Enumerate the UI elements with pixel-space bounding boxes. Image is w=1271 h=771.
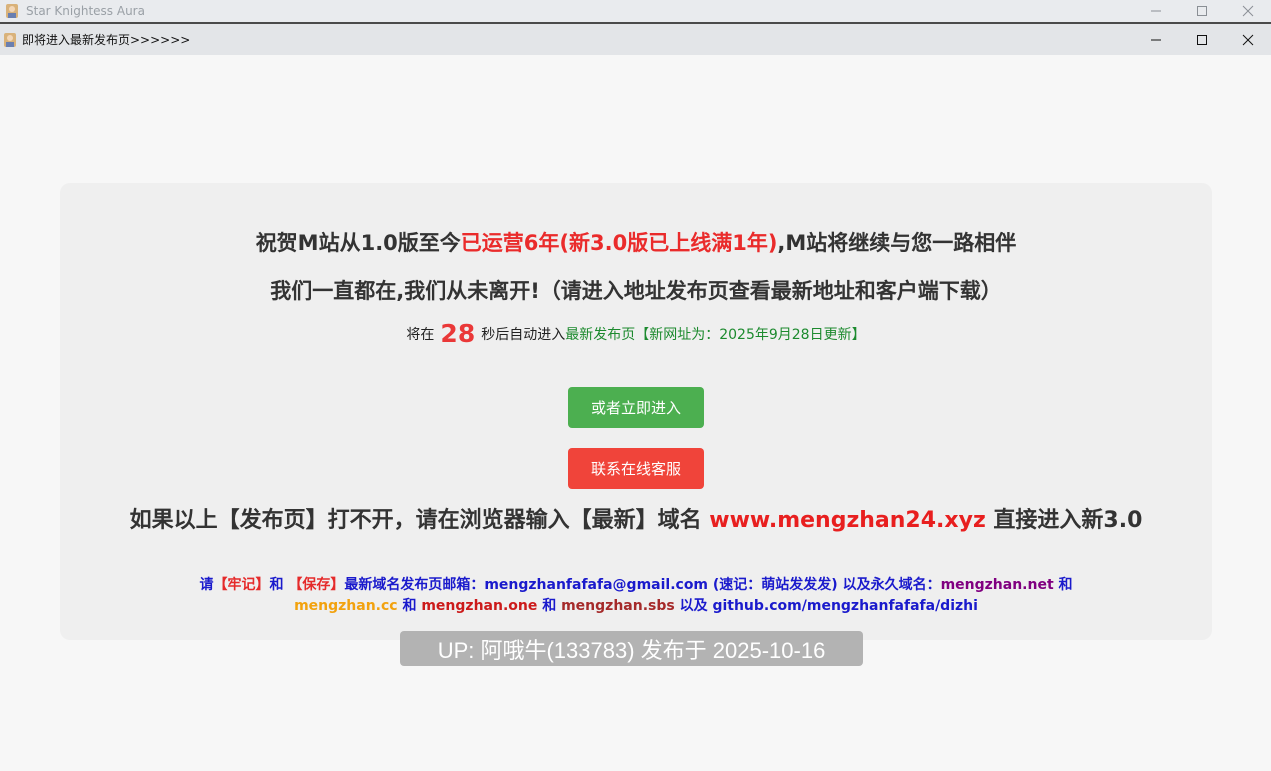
headline-prefix: 祝贺M站从1.0版至今 <box>255 231 461 255</box>
countdown-line: 将在 28 秒后自动进入最新发布页【新网址为：2025年9月28日更新】 <box>60 319 1212 348</box>
enter-now-button[interactable]: 或者立即进入 <box>568 387 704 428</box>
note-github: 以及 github.com/mengzhanfafafa/dizhi <box>679 598 978 614</box>
headline-suffix: ,M站将继续与您一路相伴 <box>777 231 1017 255</box>
outer-window-titlebar: Star Knightess Aura <box>0 0 1271 22</box>
note-email-text: 最新域名发布页邮箱：mengzhanfafafa@gmail.com (速记：萌… <box>344 577 941 593</box>
countdown-seconds: 28 <box>440 319 476 348</box>
headline-highlight: 已运营6年(新3.0版已上线满1年) <box>460 231 778 255</box>
maximize-icon[interactable] <box>1179 24 1225 55</box>
close-icon[interactable] <box>1225 24 1271 55</box>
domain-net: mengzhan.net <box>940 577 1054 593</box>
redirect-card: 祝贺M站从1.0版至今已运营6年(新3.0版已上线满1年),M站将继续与您一路相… <box>60 183 1212 640</box>
contact-service-button[interactable]: 联系在线客服 <box>568 448 704 489</box>
note-text: 和 <box>1058 577 1073 593</box>
note-save: 【保存】 <box>288 577 345 593</box>
inner-window-title: 即将进入最新发布页>>>>>> <box>22 33 191 47</box>
app-icon <box>6 4 18 18</box>
maximize-icon[interactable] <box>1179 0 1225 22</box>
note-text: 和 <box>402 598 417 614</box>
release-page-link[interactable]: 最新发布页【新网址为：2025年9月28日更新】 <box>565 327 865 343</box>
bookmark-note: 请【牢记】和 【保存】最新域名发布页邮箱：mengzhanfafafa@gmai… <box>150 575 1122 617</box>
uploader-watermark: UP: 阿哦牛(133783) 发布于 2025-10-16 <box>400 631 863 666</box>
close-icon[interactable] <box>1225 0 1271 22</box>
headline-line2: 我们一直都在,我们从未离开!（请进入地址发布页查看最新地址和客户端下载） <box>270 279 1002 303</box>
note-text: 和 <box>269 577 284 593</box>
countdown-prefix: 将在 <box>406 327 435 343</box>
note-text: 请 <box>199 577 214 593</box>
note-remember: 【牢记】 <box>213 577 270 593</box>
fallback-prefix: 如果以上【发布页】打不开，请在浏览器输入【最新】域名 <box>129 508 702 533</box>
outer-window-controls <box>1133 0 1271 22</box>
inner-window-titlebar: 即将进入最新发布页>>>>>> <box>0 24 1271 55</box>
outer-window-title: Star Knightess Aura <box>26 4 145 18</box>
inner-window-controls <box>1133 24 1271 55</box>
minimize-icon[interactable] <box>1133 24 1179 55</box>
domain-cc: mengzhan.cc <box>294 598 398 614</box>
headline-line1: 祝贺M站从1.0版至今已运营6年(新3.0版已上线满1年),M站将继续与您一路相… <box>60 227 1212 257</box>
fallback-suffix: 直接进入新3.0 <box>993 508 1143 533</box>
domain-one: mengzhan.one <box>421 598 538 614</box>
note-text: 和 <box>542 598 557 614</box>
domain-sbs: mengzhan.sbs <box>561 598 675 614</box>
fallback-domain: www.mengzhan24.xyz <box>709 508 986 533</box>
fallback-domain-notice: 如果以上【发布页】打不开，请在浏览器输入【最新】域名 www.mengzhan2… <box>120 507 1152 535</box>
minimize-icon[interactable] <box>1133 0 1179 22</box>
countdown-middle: 秒后自动进入 <box>481 327 566 343</box>
app-icon <box>4 32 16 47</box>
